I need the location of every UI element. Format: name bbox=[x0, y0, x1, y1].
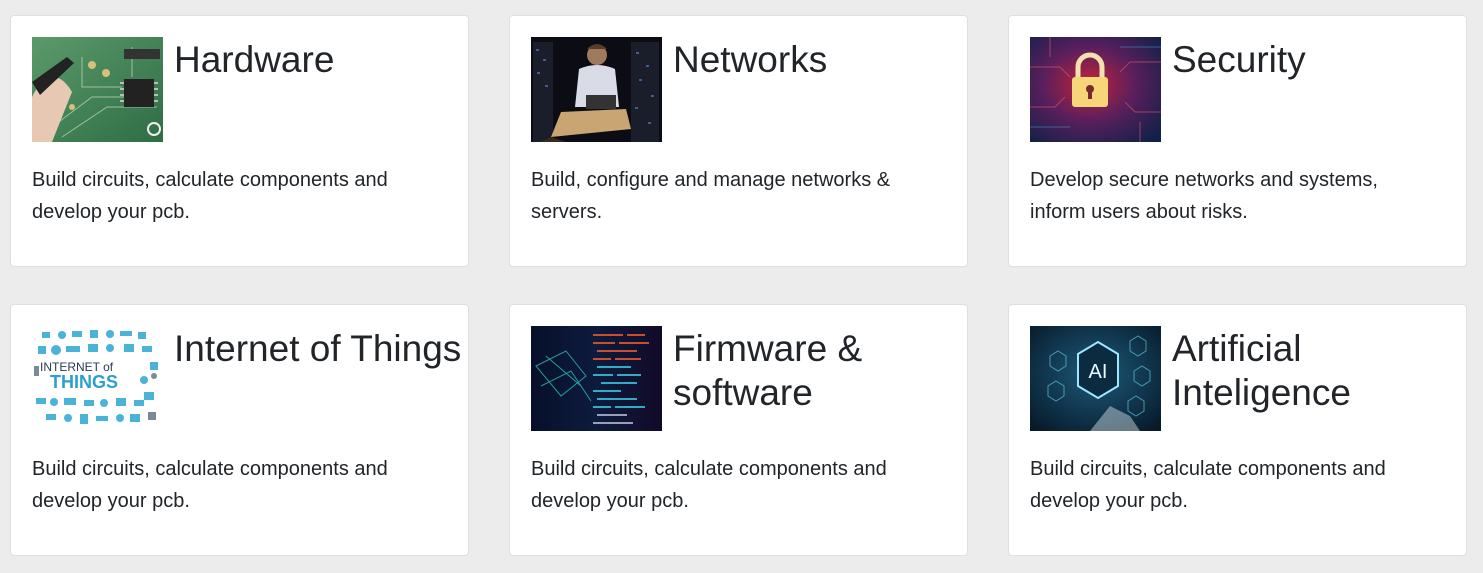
card-hardware[interactable]: Hardware Build circuits, calculate compo… bbox=[10, 15, 469, 267]
card-description: Build, configure and manage networks & s… bbox=[531, 169, 891, 223]
ai-image: AI bbox=[1030, 326, 1161, 431]
card-description: Build circuits, calculate components and… bbox=[32, 169, 388, 223]
card-firmware-software[interactable]: Firmware & software Build circuits, calc… bbox=[509, 304, 968, 556]
firmware-image bbox=[531, 326, 662, 431]
card-description: Build circuits, calculate components and… bbox=[531, 458, 887, 512]
card-title: Firmware & software bbox=[673, 328, 863, 413]
card-title: Hardware bbox=[174, 39, 335, 80]
card-security[interactable]: Security Develop secure networks and sys… bbox=[1008, 15, 1467, 267]
card-title: Networks bbox=[673, 39, 828, 80]
card-description: Build circuits, calculate components and… bbox=[1030, 458, 1386, 512]
card-description: Build circuits, calculate components and… bbox=[32, 458, 388, 512]
iot-image: INTERNET of THINGS bbox=[32, 326, 163, 431]
card-artificial-inteligence[interactable]: AI Artificial Inteligence Build circuits… bbox=[1008, 304, 1467, 556]
security-image bbox=[1030, 37, 1161, 142]
card-description: Develop secure networks and systems, inf… bbox=[1030, 169, 1378, 223]
card-title: Artificial Inteligence bbox=[1172, 328, 1351, 413]
card-title: Security bbox=[1172, 39, 1306, 80]
card-title: Internet of Things bbox=[174, 328, 462, 369]
iot-image-text-2: THINGS bbox=[50, 372, 118, 392]
card-internet-of-things[interactable]: INTERNET of THINGS Internet of Things Bu… bbox=[10, 304, 469, 556]
networks-image bbox=[531, 37, 662, 142]
topic-card-grid: Hardware Build circuits, calculate compo… bbox=[10, 15, 1467, 556]
card-networks[interactable]: Networks Build, configure and manage net… bbox=[509, 15, 968, 267]
ai-image-text: AI bbox=[1089, 361, 1108, 383]
hardware-image bbox=[32, 37, 163, 142]
